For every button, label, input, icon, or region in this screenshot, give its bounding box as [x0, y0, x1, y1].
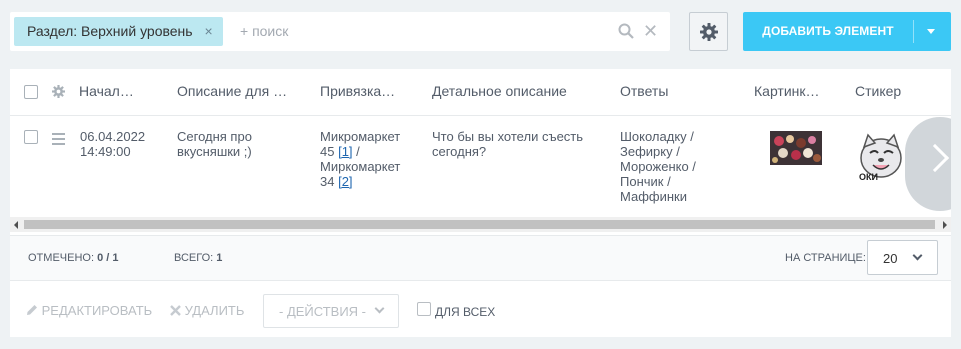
filter-chip-section[interactable]: Раздел: Верхний уровень × — [14, 17, 223, 46]
picture-thumbnail[interactable] — [770, 131, 822, 165]
per-page-value: 20 — [883, 251, 898, 266]
chevron-down-icon — [912, 250, 923, 261]
marked-counter: ОТМЕЧЕНО: 0 / 1 — [28, 252, 119, 264]
binding-link-1[interactable]: [1] — [338, 144, 352, 159]
cell-answers: Шоколадку / Зефирку / Мороженко / Пончик… — [620, 129, 696, 204]
column-header-binding[interactable]: Привязка… — [320, 83, 395, 99]
group-actions-panel: РЕДАКТИРОВАТЬ УДАЛИТЬ - ДЕЙСТВИЯ - ДЛЯ В… — [10, 280, 951, 337]
filter-search-bar[interactable]: Раздел: Верхний уровень × + поиск ✕ — [10, 12, 670, 51]
button-divider — [913, 20, 914, 43]
column-header-sticker[interactable]: Стикер — [855, 83, 901, 99]
column-header-description[interactable]: Описание для … — [177, 83, 287, 99]
add-element-button[interactable]: ДОБАВИТЬ ЭЛЕМЕНТ — [743, 12, 951, 51]
close-icon[interactable]: ✕ — [643, 22, 658, 40]
per-page-label: НА СТРАНИЦЕ: — [785, 252, 866, 264]
cell-description: Сегодня про вкусняшки ;) — [177, 129, 252, 159]
column-header-picture[interactable]: Картинк… — [754, 83, 820, 99]
chip-remove-icon[interactable]: × — [199, 17, 219, 46]
cell-start-date: 06.04.2022 14:49:00 — [80, 129, 146, 159]
for-all-checkbox[interactable] — [417, 302, 431, 316]
column-settings-icon[interactable] — [52, 85, 65, 103]
grid-settings-button[interactable] — [689, 12, 728, 51]
pencil-icon — [27, 305, 37, 315]
column-header-answers[interactable]: Ответы — [620, 83, 668, 99]
scroll-right-arrow-icon[interactable] — [943, 221, 947, 229]
scroll-right-button[interactable] — [905, 117, 951, 211]
horizontal-scrollbar[interactable] — [10, 217, 951, 232]
actions-select-value: - ДЕЙСТВИЯ - — [279, 304, 367, 319]
chevron-right-icon — [920, 143, 950, 173]
total-counter: ВСЕГО: 1 — [174, 252, 223, 264]
cell-detail: Что бы вы хотели съесть сегодня? — [432, 129, 584, 159]
gear-icon — [700, 23, 718, 41]
select-all-checkbox[interactable] — [24, 85, 38, 99]
binding-link-2[interactable]: [2] — [338, 174, 352, 189]
search-input[interactable]: + поиск — [240, 12, 288, 51]
search-icon[interactable] — [618, 23, 634, 44]
chevron-down-icon — [374, 303, 385, 314]
edit-button[interactable]: РЕДАКТИРОВАТЬ — [26, 303, 152, 318]
column-header-start[interactable]: Начал… — [79, 83, 134, 99]
sticker-caption: ОКИ — [859, 172, 878, 182]
header-divider — [10, 115, 951, 116]
for-all-label: ДЛЯ ВСЕХ — [435, 305, 496, 319]
column-header-detail[interactable]: Детальное описание — [432, 83, 567, 99]
delete-icon — [170, 305, 181, 316]
filter-chip-label: Раздел: Верхний уровень — [27, 23, 193, 39]
row-checkbox[interactable] — [24, 130, 38, 144]
elements-grid: Начал… Описание для … Привязка… Детально… — [10, 69, 951, 235]
grid-footer: ОТМЕЧЕНО: 0 / 1 ВСЕГО: 1 НА СТРАНИЦЕ: 20 — [10, 235, 951, 280]
delete-button[interactable]: УДАЛИТЬ — [170, 303, 244, 318]
scroll-left-arrow-icon[interactable] — [14, 221, 18, 229]
scrollbar-thumb[interactable] — [24, 220, 935, 229]
actions-select[interactable]: - ДЕЙСТВИЯ - — [263, 294, 399, 328]
per-page-select[interactable]: 20 — [867, 240, 938, 275]
chevron-down-icon[interactable] — [927, 29, 935, 34]
cell-binding: Микромаркет 45 [1] / Миркомаркет 34 [2] — [320, 129, 401, 189]
sticker-thumbnail[interactable]: ОКИ — [855, 131, 907, 183]
add-element-label: ДОБАВИТЬ ЭЛЕМЕНТ — [762, 24, 894, 38]
row-menu-icon[interactable] — [52, 133, 65, 148]
